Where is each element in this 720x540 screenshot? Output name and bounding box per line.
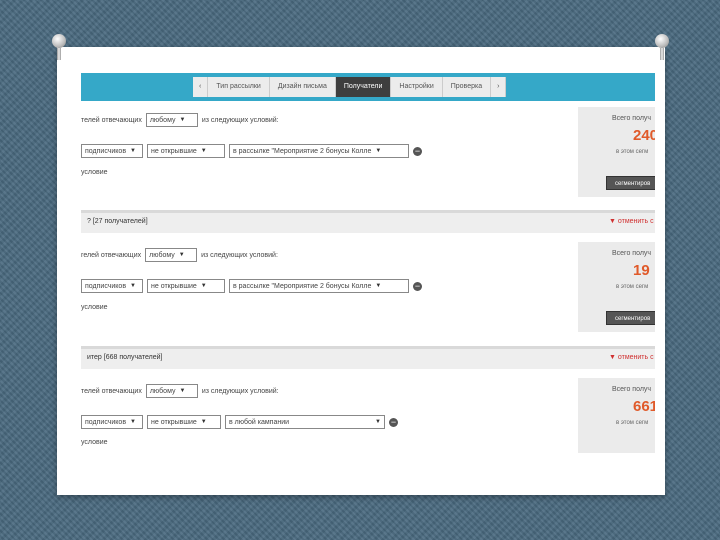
- chevron-down-icon: ▼: [178, 252, 185, 258]
- condition-row: подписчиков ▼ не открывшие ▼ в любой кампа…: [81, 415, 398, 429]
- tab-mailing-type[interactable]: Тип рассылки: [208, 77, 270, 97]
- summary-label: Всего получ: [612, 386, 652, 393]
- segment-title: ? [27 получателей]: [87, 218, 148, 225]
- recipients-summary: Всего получ 240 в этом сегм сегментиров: [578, 107, 655, 197]
- condition-field-select[interactable]: подписчиков ▼: [81, 144, 143, 158]
- segment-button[interactable]: сегментиров: [606, 176, 655, 190]
- summary-count: 240: [633, 127, 655, 144]
- cancel-segment-link[interactable]: ▼ отменить с: [609, 354, 654, 361]
- condition-field-select[interactable]: подписчиков ▼: [81, 279, 143, 293]
- condition-field-select[interactable]: подписчиков ▼: [81, 415, 143, 429]
- tab-next-arrow[interactable]: ›: [491, 77, 507, 97]
- pushpin-left-icon: [52, 34, 66, 60]
- tab-recipients[interactable]: Получатели: [335, 77, 392, 97]
- summary-label: Всего получ: [612, 115, 652, 122]
- cancel-segment-link[interactable]: ▼ отменить с: [609, 218, 654, 225]
- add-condition-link[interactable]: условие: [81, 439, 108, 446]
- tab-letter-design[interactable]: Дизайн письма: [269, 77, 336, 97]
- rule-prefix: телей отвечающих: [81, 116, 142, 124]
- tab-settings[interactable]: Настройки: [391, 77, 443, 97]
- segment-header: итер [668 получателей] ▼ отменить с: [81, 346, 655, 369]
- wizard-topbar: ‹ Тип рассылки Дизайн письма Получатели …: [81, 73, 655, 101]
- segment-header: ? [27 получателей] ▼ отменить с: [81, 210, 655, 233]
- remove-condition-icon[interactable]: −: [413, 281, 422, 291]
- pushpin-right-icon: [655, 34, 669, 60]
- summary-sublabel: в этом сегм: [616, 284, 649, 290]
- match-select[interactable]: любому ▼: [145, 384, 198, 398]
- condition-operator-select[interactable]: не открывшие ▼: [147, 415, 221, 429]
- recipients-summary: Всего получ 661 в этом сегм: [578, 378, 655, 453]
- rule-suffix: из следующих условий:: [201, 116, 279, 124]
- add-condition-link[interactable]: условие: [81, 304, 108, 311]
- recipients-summary: Всего получ 19 в этом сегм сегментиров: [578, 242, 655, 332]
- segment-rule-row: телей отвечающих любому ▼ из следующих ус…: [81, 384, 279, 398]
- condition-operator-select[interactable]: не открывшие ▼: [147, 279, 225, 293]
- remove-condition-icon[interactable]: −: [413, 146, 422, 156]
- segment-rule-row: телей отвечающих любому ▼ из следующих ус…: [81, 113, 279, 127]
- screenshot-area: ‹ Тип рассылки Дизайн письма Получатели …: [81, 73, 655, 453]
- match-select[interactable]: любому ▼: [145, 248, 198, 262]
- condition-value-select[interactable]: в рассылке "Мероприятие 2 бонусы Колле ▼: [229, 144, 409, 158]
- rule-prefix: гелей отвечающих: [81, 251, 142, 259]
- add-condition-link[interactable]: условие: [81, 169, 108, 176]
- rule-suffix: из следующих условий:: [201, 251, 278, 259]
- wizard-tabs: ‹ Тип рассылки Дизайн письма Получатели …: [193, 77, 507, 97]
- summary-count: 661: [633, 398, 655, 415]
- tab-prev-arrow[interactable]: ‹: [193, 77, 209, 97]
- condition-value-select[interactable]: в рассылке "Мероприятие 2 бонусы Колле ▼: [229, 279, 409, 293]
- condition-row: подписчиков ▼ не открывшие ▼ в рассылке "М…: [81, 144, 422, 158]
- segment-rule-row: гелей отвечающих любому ▼ из следующих ус…: [81, 248, 278, 262]
- condition-value-select[interactable]: в любой кампании ▼: [225, 415, 385, 429]
- summary-label: Всего получ: [612, 250, 652, 257]
- summary-sublabel: в этом сегм: [616, 420, 649, 426]
- segment-button[interactable]: сегментиров: [606, 311, 655, 325]
- rule-prefix: телей отвечающих: [81, 387, 142, 395]
- rule-suffix: из следующих условий:: [201, 387, 279, 395]
- condition-operator-select[interactable]: не открывшие ▼: [147, 144, 225, 158]
- segment-title: итер [668 получателей]: [87, 354, 163, 361]
- tab-review[interactable]: Проверка: [442, 77, 492, 97]
- match-select[interactable]: любому ▼: [145, 113, 198, 127]
- chevron-down-icon: ▼: [179, 117, 186, 123]
- condition-row: подписчиков ▼ не открывшие ▼ в рассылке "М…: [81, 279, 422, 293]
- summary-count: 19: [633, 262, 650, 279]
- remove-condition-icon[interactable]: −: [389, 417, 398, 427]
- summary-sublabel: в этом сегм: [616, 149, 649, 155]
- chevron-down-icon: ▼: [179, 388, 186, 394]
